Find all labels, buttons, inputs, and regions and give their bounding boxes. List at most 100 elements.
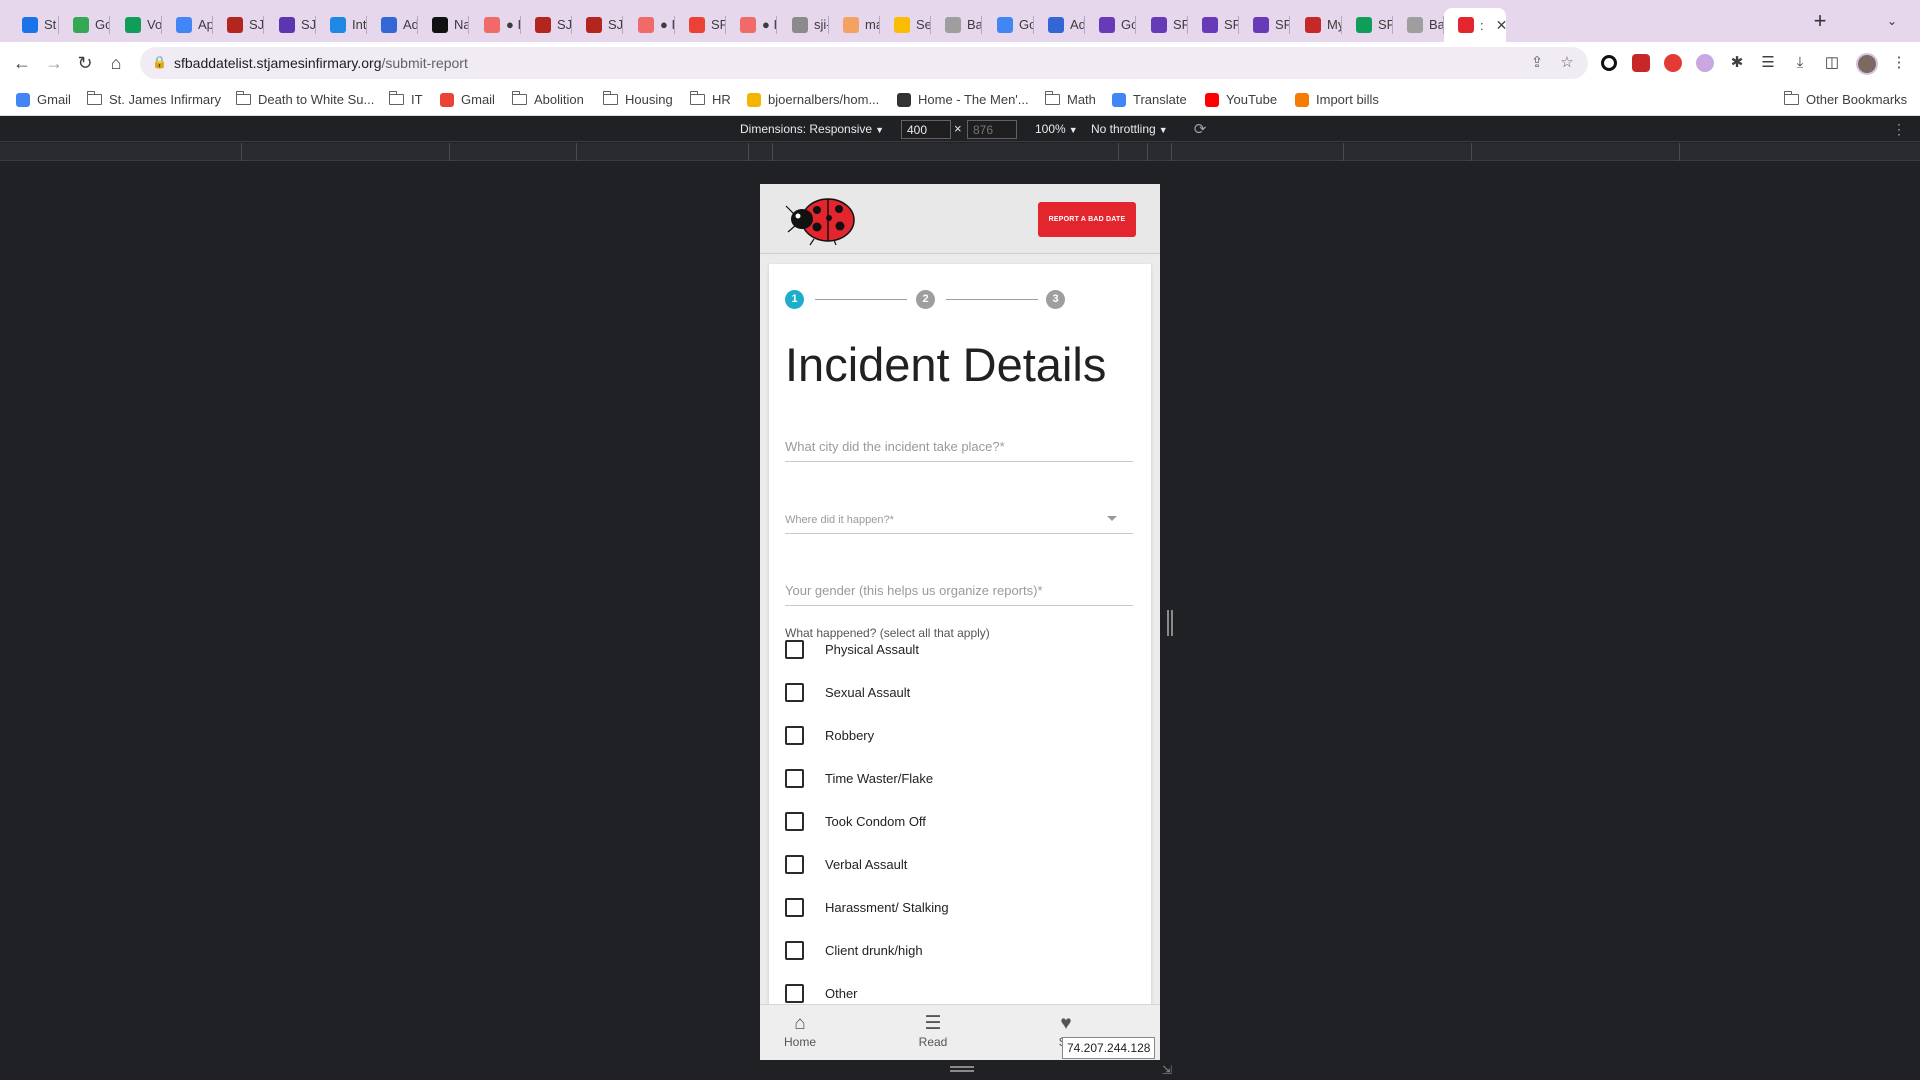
share-icon[interactable]: ⇪ [1528, 54, 1546, 72]
extension-purple-icon[interactable] [1696, 54, 1714, 72]
browser-tab[interactable]: Bad [931, 9, 981, 40]
browser-tab[interactable]: Goo [983, 9, 1033, 40]
zoom-dropdown[interactable]: 100% ▼ [1035, 122, 1078, 136]
location-select[interactable]: Where did it happen?* [785, 504, 1133, 534]
checkbox[interactable] [785, 983, 804, 1003]
profile-avatar[interactable] [1856, 53, 1878, 75]
reload-icon[interactable]: ↻ [73, 51, 97, 75]
browser-tab[interactable]: sji-l [778, 9, 828, 40]
device-more-icon[interactable]: ⋮ [1892, 121, 1906, 138]
bookmark-item[interactable]: St. James Infirmary [86, 91, 221, 107]
bookmark-item[interactable]: Math [1044, 91, 1096, 107]
home-icon[interactable]: ⌂ [104, 51, 128, 75]
bookmark-item[interactable]: IT [388, 91, 423, 107]
bookmark-item[interactable]: Housing [602, 91, 673, 107]
browser-tab[interactable]: SJI' [521, 9, 571, 40]
incident-option[interactable]: Time Waster/Flake [785, 767, 933, 789]
browser-tab[interactable]: SF I [1188, 9, 1238, 40]
ladybug-logo-icon[interactable] [784, 192, 858, 246]
gender-input[interactable]: Your gender (this helps us organize repo… [785, 576, 1133, 606]
checkbox[interactable] [785, 639, 804, 659]
media-queue-icon[interactable]: ☰ [1759, 54, 1777, 72]
forward-icon[interactable]: → [42, 51, 66, 75]
back-icon[interactable]: ← [10, 51, 34, 75]
resize-handle-right[interactable] [1167, 610, 1173, 636]
browser-tab[interactable]: Intu [316, 9, 366, 40]
bookmark-item[interactable]: Gmail [16, 92, 71, 107]
browser-tab[interactable]: Goo [1085, 9, 1135, 40]
nav-home[interactable]: ⌂ Home [760, 1013, 840, 1049]
checkbox[interactable] [785, 725, 804, 745]
browser-tab[interactable]: My [1291, 9, 1341, 40]
extension-circle-icon[interactable] [1601, 55, 1617, 71]
browser-tab[interactable]: ● I' [624, 9, 674, 40]
incident-option[interactable]: Harassment/ Stalking [785, 896, 949, 918]
bookmark-item[interactable]: Gmail [440, 92, 495, 107]
other-bookmarks[interactable]: Other Bookmarks [1783, 91, 1907, 107]
bookmark-item[interactable]: Death to White Su... [235, 91, 374, 107]
incident-option[interactable]: Verbal Assault [785, 853, 907, 875]
download-icon[interactable]: ⤓ [1791, 54, 1809, 72]
step-2[interactable]: 2 [916, 290, 935, 309]
browser-tab[interactable]: SF I [1342, 9, 1392, 40]
browser-tab[interactable]: Adn [367, 9, 417, 40]
checkbox[interactable] [785, 940, 804, 960]
dimensions-dropdown[interactable]: Dimensions: Responsive ▼ [740, 122, 884, 136]
bookmark-item[interactable]: Home - The Men'... [897, 92, 1029, 107]
close-tab-icon[interactable]: ✕ [1496, 17, 1506, 34]
new-tab-button[interactable]: + [1808, 10, 1832, 34]
side-panel-icon[interactable]: ◫ [1823, 54, 1841, 72]
address-bar[interactable]: 🔒 sfbaddatelist.stjamesinfirmary.org/sub… [140, 47, 1588, 79]
browser-tab[interactable]: Nag [418, 9, 468, 40]
bookmark-item[interactable]: Translate [1112, 92, 1187, 107]
height-input[interactable] [967, 120, 1017, 139]
incident-option[interactable]: Physical Assault [785, 638, 919, 660]
bookmark-item[interactable]: bjoernalbers/hom... [747, 92, 879, 107]
browser-tab[interactable]: SF I [675, 9, 725, 40]
bookmark-item[interactable]: HR [689, 91, 731, 107]
bookmark-item[interactable]: Import bills [1295, 92, 1379, 107]
resize-handle-bottom[interactable] [950, 1066, 974, 1072]
width-input[interactable] [901, 120, 951, 139]
extensions-puzzle-icon[interactable]: ✱ [1728, 54, 1746, 72]
browser-tab[interactable]: Goo [59, 9, 109, 40]
checkbox[interactable] [785, 811, 804, 831]
browser-tab[interactable]: SF I [1137, 9, 1187, 40]
checkbox[interactable] [785, 768, 804, 788]
browser-tab[interactable]: St J [8, 9, 58, 40]
city-input[interactable]: What city did the incident take place?* [785, 432, 1133, 462]
incident-option[interactable]: Client drunk/high [785, 939, 923, 961]
tab-search-chevron-icon[interactable]: ⌄ [1884, 14, 1900, 30]
incident-option[interactable]: Sexual Assault [785, 681, 910, 703]
browser-tab[interactable]: SJI' [572, 9, 622, 40]
browser-tab[interactable]: mar [829, 9, 879, 40]
bookmark-item[interactable]: Abolition [511, 91, 584, 107]
bookmark-item[interactable]: YouTube [1205, 92, 1277, 107]
browser-tab[interactable]: Sea [880, 9, 930, 40]
checkbox[interactable] [785, 897, 804, 917]
tab-active[interactable]: : ✕ [1444, 8, 1506, 42]
rotate-icon[interactable]: ⟳ [1190, 120, 1210, 140]
step-3[interactable]: 3 [1046, 290, 1065, 309]
browser-tab[interactable]: Bad [1393, 9, 1443, 40]
resize-handle-corner[interactable]: ⇲ [1162, 1064, 1174, 1076]
menu-kebab-icon[interactable]: ⋮ [1890, 54, 1908, 72]
report-bad-date-button[interactable]: REPORT A BAD DATE [1038, 202, 1136, 237]
incident-option[interactable]: Took Condom Off [785, 810, 926, 832]
browser-tab[interactable]: App [162, 9, 212, 40]
throttling-dropdown[interactable]: No throttling ▼ [1091, 122, 1168, 136]
nav-read[interactable]: ☰ Read [893, 1013, 973, 1049]
browser-tab[interactable]: ● I' [726, 9, 776, 40]
browser-tab[interactable]: SJI' [265, 9, 315, 40]
incident-option[interactable]: Robbery [785, 724, 874, 746]
incident-option[interactable]: Other [785, 982, 858, 1004]
checkbox[interactable] [785, 682, 804, 702]
step-1[interactable]: 1 [785, 290, 804, 309]
extension-adblock-icon[interactable] [1664, 54, 1682, 72]
browser-tab[interactable]: SF I [1239, 9, 1289, 40]
extension-lastpass-icon[interactable] [1632, 54, 1650, 72]
browser-tab[interactable]: ● I' [470, 9, 520, 40]
browser-tab[interactable]: Adn [1034, 9, 1084, 40]
bookmark-star-icon[interactable]: ☆ [1558, 54, 1576, 72]
browser-tab[interactable]: Voic [111, 9, 161, 40]
